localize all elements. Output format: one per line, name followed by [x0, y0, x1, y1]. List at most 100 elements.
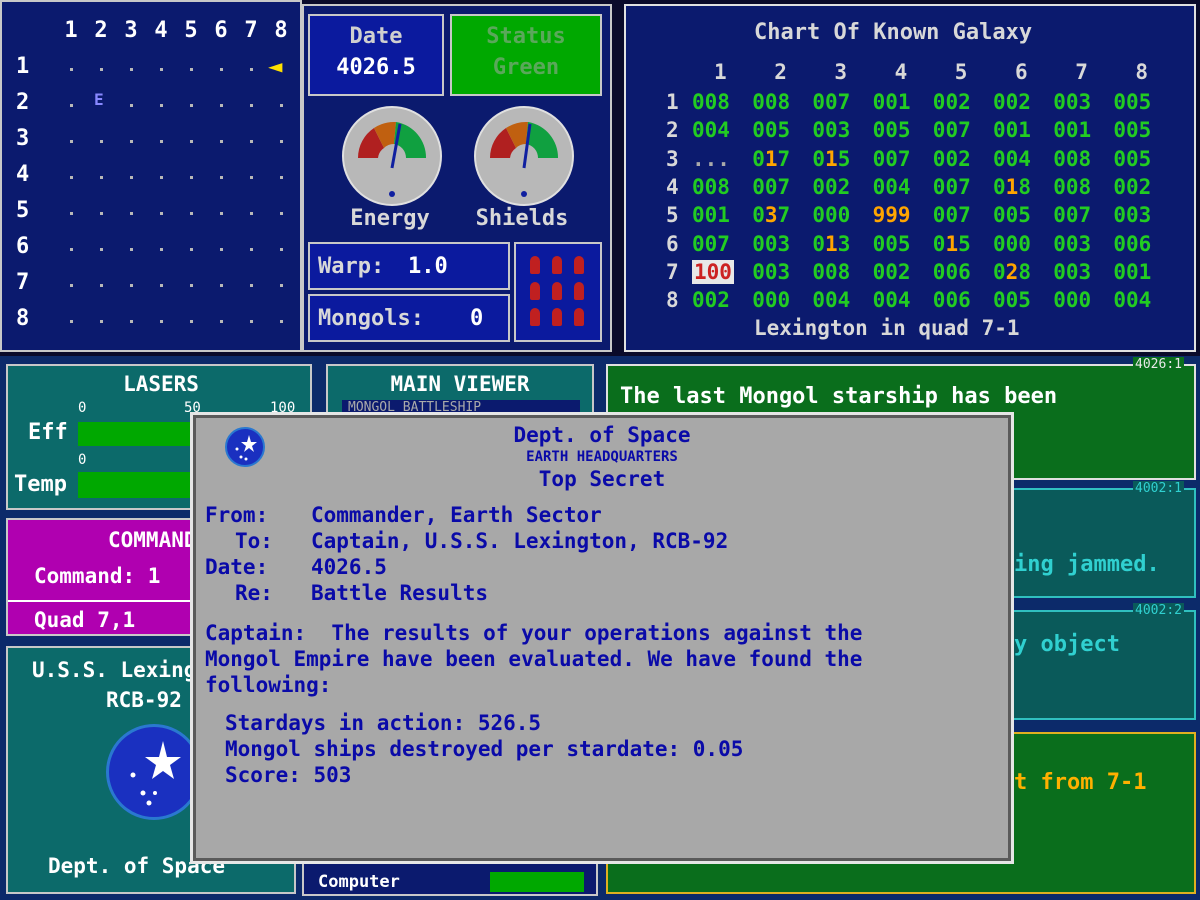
sector-cell[interactable]: [250, 212, 253, 215]
galaxy-quadrant-cell[interactable]: 005: [993, 203, 1031, 227]
galaxy-quadrant-cell[interactable]: 001: [1053, 118, 1091, 142]
sector-cell[interactable]: [70, 248, 73, 251]
galaxy-quadrant-cell[interactable]: 001: [1113, 260, 1151, 284]
sector-cell[interactable]: [250, 320, 253, 323]
galaxy-quadrant-cell[interactable]: 100: [692, 259, 734, 284]
sector-cell[interactable]: [160, 320, 163, 323]
sector-cell[interactable]: [130, 284, 133, 287]
galaxy-quadrant-cell[interactable]: 006: [933, 260, 971, 284]
sector-cell[interactable]: [160, 284, 163, 287]
battle-results-dialog[interactable]: Dept. of Space EARTH HEADQUARTERS Top Se…: [190, 412, 1014, 864]
galaxy-quadrant-cell[interactable]: 001: [692, 203, 730, 227]
sector-cell[interactable]: [220, 284, 223, 287]
sector-cell[interactable]: [130, 104, 133, 107]
galaxy-quadrant-cell[interactable]: 015: [812, 147, 850, 171]
sector-cell[interactable]: [130, 248, 133, 251]
galaxy-quadrant-cell[interactable]: 007: [692, 232, 730, 256]
sector-cell[interactable]: [100, 284, 103, 287]
galaxy-quadrant-cell[interactable]: 008: [812, 260, 850, 284]
sector-cell[interactable]: [220, 104, 223, 107]
galaxy-quadrant-cell[interactable]: 008: [692, 90, 730, 114]
galaxy-quadrant-cell[interactable]: 018: [993, 175, 1031, 199]
sector-cell[interactable]: [70, 212, 73, 215]
galaxy-quadrant-cell[interactable]: 002: [812, 175, 850, 199]
sector-cell[interactable]: [130, 68, 133, 71]
galaxy-quadrant-cell[interactable]: 008: [752, 90, 790, 114]
sector-cell[interactable]: [70, 320, 73, 323]
galaxy-quadrant-cell[interactable]: 004: [873, 175, 911, 199]
galaxy-quadrant-cell[interactable]: 005: [873, 232, 911, 256]
sector-cell[interactable]: [70, 176, 73, 179]
galaxy-quadrant-cell[interactable]: 006: [1113, 232, 1151, 256]
galaxy-quadrant-cell[interactable]: 002: [1113, 175, 1151, 199]
galaxy-quadrant-cell[interactable]: 005: [752, 118, 790, 142]
sector-cell[interactable]: [70, 284, 73, 287]
galaxy-quadrant-cell[interactable]: 002: [692, 288, 730, 312]
sector-cell[interactable]: [190, 212, 193, 215]
sector-cell[interactable]: [130, 212, 133, 215]
sector-cell[interactable]: [160, 68, 163, 71]
sector-cell[interactable]: [100, 212, 103, 215]
galaxy-quadrant-cell[interactable]: 005: [1113, 90, 1151, 114]
sector-cell[interactable]: [220, 140, 223, 143]
galaxy-quadrant-cell[interactable]: 007: [752, 175, 790, 199]
sector-cell[interactable]: [190, 284, 193, 287]
galaxy-quadrant-cell[interactable]: 002: [993, 90, 1031, 114]
galaxy-quadrant-cell[interactable]: 007: [1053, 203, 1091, 227]
galaxy-quadrant-cell[interactable]: 008: [1053, 147, 1091, 171]
galaxy-quadrant-cell[interactable]: 002: [873, 260, 911, 284]
sector-cell[interactable]: [250, 68, 253, 71]
galaxy-quadrant-cell[interactable]: 003: [1053, 90, 1091, 114]
sector-cell[interactable]: [280, 320, 283, 323]
sector-cell[interactable]: [220, 176, 223, 179]
galaxy-quadrant-cell[interactable]: 004: [692, 118, 730, 142]
sector-cell[interactable]: [160, 212, 163, 215]
sector-cell[interactable]: [130, 176, 133, 179]
galaxy-quadrant-cell[interactable]: 005: [1113, 147, 1151, 171]
galaxy-quadrant-cell[interactable]: 015: [933, 232, 971, 256]
galaxy-quadrant-cell[interactable]: 002: [933, 147, 971, 171]
galaxy-quadrant-cell[interactable]: 000: [752, 288, 790, 312]
sector-cell[interactable]: [280, 104, 283, 107]
galaxy-quadrant-cell[interactable]: 003: [812, 118, 850, 142]
sector-cell[interactable]: [70, 68, 73, 71]
galaxy-quadrant-cell[interactable]: 001: [873, 90, 911, 114]
galaxy-quadrant-cell[interactable]: 004: [1113, 288, 1151, 312]
warp-box[interactable]: Warp: 1.0: [308, 242, 510, 290]
galaxy-quadrant-cell[interactable]: 008: [1053, 175, 1091, 199]
galaxy-quadrant-cell[interactable]: 007: [873, 147, 911, 171]
sector-cell[interactable]: [250, 248, 253, 251]
sector-cell[interactable]: [160, 248, 163, 251]
sector-cell[interactable]: [190, 104, 193, 107]
galaxy-quadrant-cell[interactable]: 003: [1053, 232, 1091, 256]
sector-cell[interactable]: [280, 248, 283, 251]
galaxy-quadrant-cell[interactable]: 013: [812, 232, 850, 256]
sector-cell[interactable]: [280, 140, 283, 143]
sector-cell[interactable]: [190, 248, 193, 251]
galaxy-quadrant-cell[interactable]: 004: [873, 288, 911, 312]
sector-cell[interactable]: [250, 176, 253, 179]
sector-cell[interactable]: [220, 212, 223, 215]
sector-cell[interactable]: [100, 68, 103, 71]
sector-cell[interactable]: [190, 320, 193, 323]
sector-cell[interactable]: [130, 140, 133, 143]
sector-cell[interactable]: [100, 176, 103, 179]
galaxy-quadrant-cell[interactable]: 999: [873, 203, 911, 227]
sector-cell[interactable]: [190, 176, 193, 179]
galaxy-quadrant-cell[interactable]: 028: [993, 260, 1031, 284]
sector-cell[interactable]: [70, 104, 73, 107]
galaxy-quadrant-cell[interactable]: 003: [1053, 260, 1091, 284]
galaxy-quadrant-cell[interactable]: 004: [993, 147, 1031, 171]
sector-cell[interactable]: [220, 68, 223, 71]
sector-cell[interactable]: [130, 320, 133, 323]
galaxy-quadrant-cell[interactable]: 003: [1113, 203, 1151, 227]
sector-cell[interactable]: [190, 140, 193, 143]
galaxy-quadrant-cell[interactable]: 005: [1113, 118, 1151, 142]
sector-cell[interactable]: [280, 176, 283, 179]
galaxy-quadrant-cell[interactable]: 005: [873, 118, 911, 142]
galaxy-quadrant-cell[interactable]: 037: [752, 203, 790, 227]
sector-cell[interactable]: [100, 248, 103, 251]
galaxy-quadrant-cell[interactable]: 003: [752, 260, 790, 284]
galaxy-quadrant-cell[interactable]: 000: [812, 203, 850, 227]
galaxy-quadrant-cell[interactable]: 007: [933, 175, 971, 199]
